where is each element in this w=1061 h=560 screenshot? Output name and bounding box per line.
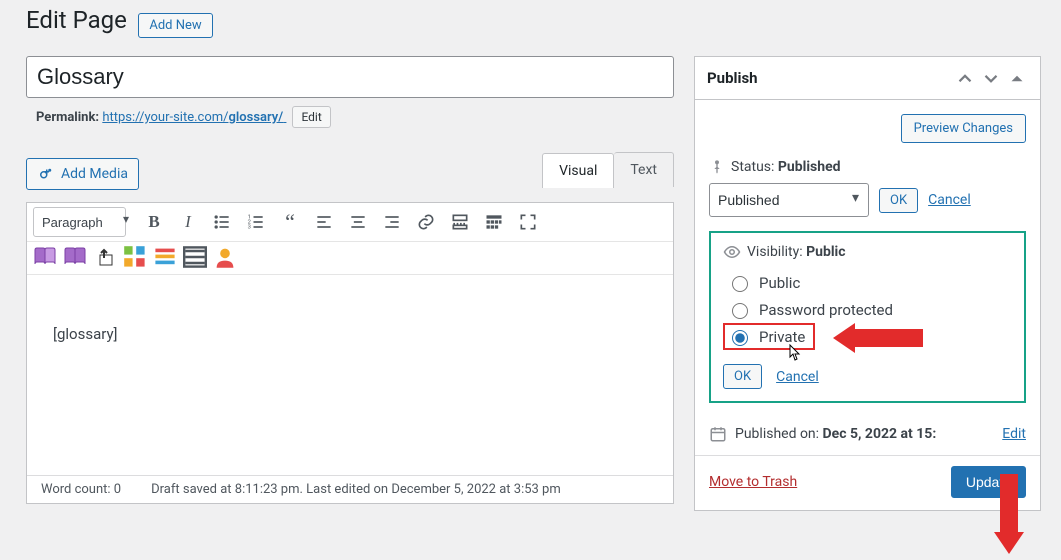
page-heading: Edit Page	[26, 6, 127, 34]
permalink-edit-button[interactable]: Edit	[292, 106, 330, 128]
stack-icon[interactable]	[153, 246, 177, 268]
align-left-button[interactable]	[308, 207, 340, 237]
editor-content[interactable]: [glossary]	[27, 275, 673, 475]
media-icon	[37, 165, 55, 183]
visibility-public-label: Public	[759, 274, 800, 292]
visibility-password-label: Password protected	[759, 301, 893, 319]
readmore-button[interactable]	[444, 207, 476, 237]
visibility-cancel-link[interactable]: Cancel	[776, 369, 819, 385]
move-up-icon[interactable]	[954, 67, 976, 89]
editor-status-bar: Word count: 0 Draft saved at 8:11:23 pm.…	[27, 475, 673, 503]
collapse-icon[interactable]	[1006, 67, 1028, 89]
add-media-button[interactable]: Add Media	[26, 158, 139, 190]
italic-button[interactable]: I	[172, 207, 204, 237]
move-down-icon[interactable]	[980, 67, 1002, 89]
color-grid-icon[interactable]	[123, 246, 147, 268]
add-media-label: Add Media	[61, 166, 128, 182]
ul-button[interactable]	[206, 207, 238, 237]
visibility-private-label: Private	[759, 328, 805, 346]
preview-changes-button[interactable]: Preview Changes	[901, 114, 1026, 143]
update-button[interactable]: Update	[951, 466, 1026, 498]
publish-box-title: Publish	[707, 69, 758, 87]
visibility-password[interactable]: Password protected	[723, 296, 1012, 323]
toolbar-toggle-button[interactable]	[478, 207, 510, 237]
permalink-label: Permalink:	[36, 110, 99, 125]
glossary-icon-2[interactable]	[63, 246, 87, 268]
user-icon[interactable]	[213, 246, 237, 268]
permalink-row: Permalink: https://your-site.com/glossar…	[36, 106, 670, 128]
editor-toolbar-1: Paragraph B I 123 “	[27, 203, 673, 242]
cursor-icon	[787, 344, 801, 366]
lines-icon[interactable]	[183, 246, 207, 268]
glossary-icon-1[interactable]	[33, 246, 57, 268]
status-ok-button[interactable]: OK	[879, 188, 918, 213]
autosave-text: Draft saved at 8:11:23 pm. Last edited o…	[151, 482, 561, 497]
editor-toolbar-2	[27, 242, 673, 275]
tab-visual[interactable]: Visual	[542, 153, 614, 188]
annotation-arrow-private	[833, 323, 923, 353]
permalink-link[interactable]: https://your-site.com/glossary/	[102, 110, 286, 125]
ol-button[interactable]: 123	[240, 207, 272, 237]
visibility-private[interactable]: Private	[723, 323, 815, 350]
move-to-trash-link[interactable]: Move to Trash	[709, 474, 797, 490]
visibility-box: Visibility: Public Public Password prote…	[709, 231, 1026, 403]
visibility-public[interactable]: Public	[723, 269, 1012, 296]
add-new-button[interactable]: Add New	[138, 13, 212, 38]
align-center-button[interactable]	[342, 207, 374, 237]
file-upload-icon[interactable]	[93, 246, 117, 268]
date-edit-link[interactable]: Edit	[1002, 426, 1026, 442]
eye-icon	[723, 243, 741, 261]
bold-button[interactable]: B	[138, 207, 170, 237]
fullscreen-button[interactable]	[512, 207, 544, 237]
blockquote-button[interactable]: “	[274, 207, 306, 237]
visibility-ok-button[interactable]: OK	[723, 364, 762, 389]
status-select[interactable]: Published	[709, 183, 869, 217]
title-input[interactable]	[26, 56, 674, 98]
published-date-value: Dec 5, 2022 at 15:	[823, 426, 937, 442]
format-select[interactable]: Paragraph	[33, 207, 126, 237]
align-right-button[interactable]	[376, 207, 408, 237]
svg-text:3: 3	[248, 225, 251, 231]
publish-box: Publish Preview Changes Status: Publishe…	[694, 56, 1041, 511]
calendar-icon	[709, 425, 727, 443]
status-cancel-link[interactable]: Cancel	[928, 192, 971, 208]
tab-text[interactable]: Text	[614, 152, 674, 187]
editor-box: Paragraph B I 123 “	[26, 202, 674, 504]
pin-icon	[709, 159, 725, 175]
link-button[interactable]	[410, 207, 442, 237]
